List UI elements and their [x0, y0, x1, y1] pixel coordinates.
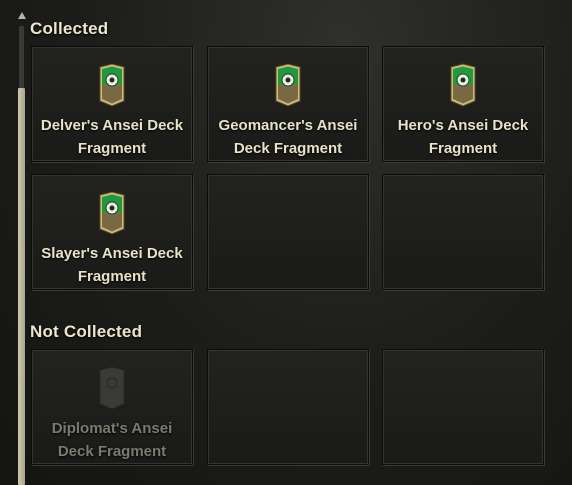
scrollbar[interactable]	[14, 12, 30, 485]
tile-label: Geomancer's Ansei Deck Fragment	[218, 117, 358, 157]
scroll-thumb[interactable]	[18, 88, 25, 485]
collectible-tile[interactable]: Hero's Ansei Deck Fragment	[382, 46, 544, 162]
tile-label: Hero's Ansei Deck Fragment	[397, 117, 529, 157]
scroll-up-arrow-icon[interactable]	[18, 12, 26, 19]
collectible-tile[interactable]: Delver's Ansei Deck Fragment	[31, 46, 193, 162]
section-title-not-collected: Not Collected	[30, 322, 143, 341]
tile-label: Diplomat's Ansei Deck Fragment	[51, 420, 173, 460]
empty-tile	[382, 349, 544, 465]
locked-fragment-icon	[99, 366, 125, 410]
empty-tile	[207, 349, 369, 465]
tile-label: Slayer's Ansei Deck Fragment	[41, 245, 183, 285]
section-title-collected: Collected	[30, 19, 109, 38]
ansei-deck-fragment-icon	[275, 63, 301, 107]
empty-tile	[382, 174, 544, 290]
collectible-tile-locked[interactable]: Diplomat's Ansei Deck Fragment	[31, 349, 193, 465]
tile-label: Delver's Ansei Deck Fragment	[40, 117, 184, 157]
ansei-deck-fragment-icon	[99, 191, 125, 235]
ansei-deck-fragment-icon	[450, 63, 476, 107]
collectible-tile[interactable]: Slayer's Ansei Deck Fragment	[31, 174, 193, 290]
ansei-deck-fragment-icon	[99, 63, 125, 107]
empty-tile	[207, 174, 369, 290]
collectible-tile[interactable]: Geomancer's Ansei Deck Fragment	[207, 46, 369, 162]
